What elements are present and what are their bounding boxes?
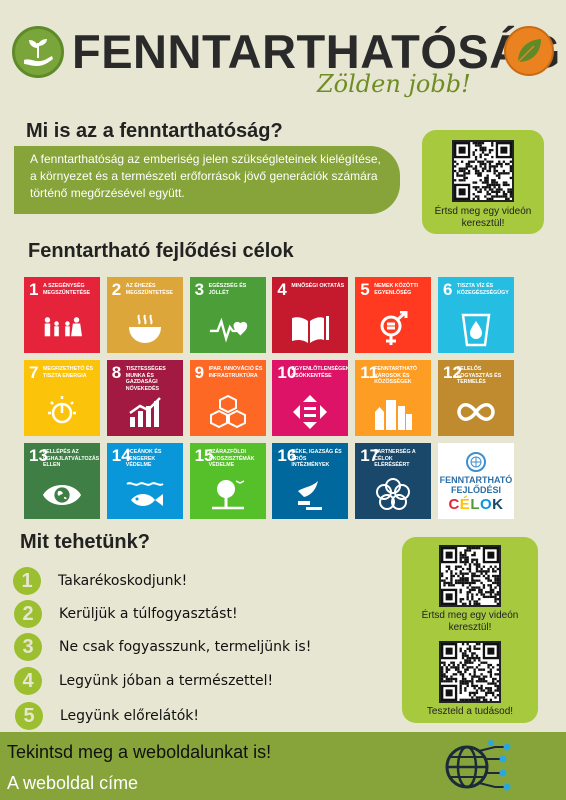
qr-card-bottom: Értsd meg egy videón keresztül! Teszteld…	[402, 537, 538, 723]
sdg-tile-1: 1 A szegénység megszüntetése	[24, 277, 100, 353]
qr-code-icon[interactable]	[439, 641, 501, 703]
action-text: Takarékoskodjunk!	[58, 573, 188, 589]
sdg-label: Béke, igazság és erős intézmények	[291, 449, 342, 468]
growth-chart-icon	[125, 392, 165, 432]
qr-card-video[interactable]: Értsd meg egy videón keresztül!	[422, 130, 544, 234]
sdg-number: 5	[360, 280, 370, 299]
sdg-tile-11: 11 Fenntartható városok és közösségek	[355, 360, 432, 436]
cubes-icon	[208, 392, 248, 432]
eye-globe-icon	[42, 475, 82, 515]
sdg-tile-17: 17 Partnerség a célok eléréséért	[355, 443, 432, 519]
sdg-label: Tiszta víz és közegészségügy	[456, 283, 509, 296]
sdg-number: 6	[442, 280, 453, 299]
intro-heading: Mi is az a fenntarthatóság?	[26, 120, 283, 142]
sdg-label: Minőségi oktatás	[291, 283, 345, 289]
sdg-tile-12: 12 Felelős fogyasztás és termelés	[437, 360, 514, 436]
sdg-label: Tisztességes munka és gazdasági növekedé…	[125, 366, 166, 392]
action-item: 4 Legyünk jóban a természettel!	[14, 667, 273, 695]
sdg-tile-8: 8 Tisztességes munka és gazdasági növeked…	[106, 360, 183, 436]
sdg-tile-15: 15 Szárazföldi ökoszisztémák védelme	[189, 443, 266, 519]
sdg-tile-10: 10 Egyenlőtlenségek csökkentése	[272, 360, 349, 436]
sdg-label: Megfizethető és tiszta energia	[43, 366, 94, 379]
bowl-icon	[125, 309, 165, 349]
goals-heading: Fenntartható fejlődési célok	[28, 240, 294, 262]
action-item: 1 Takarékoskodjunk!	[13, 567, 187, 595]
qr-caption-video: Értsd meg egy videón keresztül!	[421, 610, 519, 633]
actions-heading: Mit tehetünk?	[20, 531, 150, 553]
heartbeat-icon	[208, 309, 248, 349]
leaf-icon	[504, 26, 554, 76]
rings-icon	[373, 475, 413, 515]
action-number-badge: 1	[13, 567, 41, 595]
gender-equality-icon	[373, 309, 413, 349]
action-number-badge: 5	[15, 702, 43, 730]
action-number-badge: 3	[14, 633, 42, 661]
sdg-tile-5: 5 Nemek közötti egyenlőség	[355, 277, 432, 353]
sdg-label: Partnerség a célok eléréséért	[374, 449, 416, 468]
sdg-label: Egyenlőtlenségek csökkentése	[291, 366, 349, 379]
sdg-number: 7	[29, 363, 39, 382]
sdg-tile-13: 13 Fellépés az éghajlatváltozás ellen	[24, 443, 100, 519]
action-number-badge: 4	[14, 667, 42, 695]
sdg-number: 8	[111, 363, 122, 382]
sdg-logo-word: CÉLOK	[448, 496, 504, 513]
tree-bird-icon	[208, 475, 248, 515]
sdg-tile-2: 2 Az éhezés megszüntetése	[106, 277, 183, 353]
sdg-grid: 1 A szegénység megszüntetése 2 Az éhezés me…	[24, 277, 534, 521]
sdg-number: 9	[194, 363, 205, 382]
sdg-number: 3	[194, 280, 205, 299]
action-item: 5 Legyünk előrelátók!	[15, 702, 199, 730]
infinity-icon	[456, 392, 496, 432]
sdg-label: Egészség és jóllét	[208, 283, 247, 296]
sdg-label: Fenntartható városok és közösségek	[374, 366, 417, 385]
water-drop-icon	[456, 309, 496, 349]
globe-network-icon	[443, 739, 513, 795]
website-link[interactable]: A weboldal címe	[7, 773, 138, 794]
hand-with-sprout-icon	[12, 26, 64, 78]
action-text: Legyünk előrelátók!	[60, 708, 200, 724]
qr-caption-video: Értsd meg egy videón keresztül!	[434, 206, 532, 229]
sdg-label: Szárazföldi ökoszisztémák védelme	[208, 449, 255, 468]
sdg-logo-tile: FENNTARTHATÓ FEJLŐDÉSI CÉLOK	[437, 443, 514, 519]
city-icon	[373, 392, 413, 432]
footer-cta: Tekintsd meg a weboldalunkat is!	[7, 742, 272, 762]
qr-code-icon[interactable]	[452, 140, 514, 202]
sdg-number: 1	[29, 280, 39, 299]
intro-text: A fenntarthatóság az emberiség jelen szü…	[14, 146, 400, 214]
action-text: Legyünk jóban a természettel!	[59, 673, 274, 689]
sdg-number: 2	[111, 280, 122, 299]
equality-arrows-icon	[290, 392, 330, 432]
sdg-tile-6: 6 Tiszta víz és közegészségügy	[437, 277, 514, 353]
sdg-logo-line2: FEJLŐDÉSI	[450, 485, 501, 495]
sdg-label: Ipar, innováció és infrastruktúra	[208, 366, 263, 379]
sdg-tile-4: 4 Minőségi oktatás	[272, 277, 349, 353]
sdg-label: Nemek közötti egyenlőség	[374, 283, 419, 296]
sdg-tile-7: 7 Megfizethető és tiszta energia	[24, 360, 100, 436]
action-text: Kerüljük a túlfogyasztást!	[59, 606, 238, 622]
action-number-badge: 2	[14, 600, 42, 628]
sdg-label: Fellépés az éghajlatváltozás ellen	[43, 449, 100, 468]
sdg-number: 4	[277, 280, 287, 299]
action-item: 3 Ne csak fogyasszunk, termeljünk is!	[14, 633, 311, 661]
sdg-tile-3: 3 Egészség és jóllét	[189, 277, 266, 353]
sdg-tile-14: 14 Óceánok és tengerek védelme	[106, 443, 183, 519]
book-icon	[290, 309, 330, 349]
qr-code-icon[interactable]	[439, 545, 501, 607]
family-icon	[42, 309, 82, 349]
sdg-tile-9: 9 Ipar, innováció és infrastruktúra	[189, 360, 266, 436]
dove-gavel-icon	[290, 475, 330, 515]
slogan: Zölden jobb!	[317, 70, 471, 98]
un-emblem-icon	[465, 452, 486, 472]
fish-icon	[125, 475, 165, 515]
sdg-tile-16: 16 Béke, igazság és erős intézmények	[272, 443, 349, 519]
sdg-logo-line1: FENNTARTHATÓ	[439, 475, 513, 485]
sdg-label: Óceánok és tengerek védelme	[125, 449, 162, 468]
sdg-label: Felelős fogyasztás és termelés	[456, 366, 502, 385]
action-text: Ne csak fogyasszunk, termeljünk is!	[59, 639, 312, 655]
qr-caption-quiz: Teszteld a tudásod!	[426, 706, 514, 717]
action-item: 2 Kerüljük a túlfogyasztást!	[14, 600, 238, 628]
power-sun-icon	[42, 392, 82, 432]
sdg-label: A szegénység megszüntetése	[43, 283, 91, 296]
sdg-label: Az éhezés megszüntetése	[125, 283, 173, 296]
